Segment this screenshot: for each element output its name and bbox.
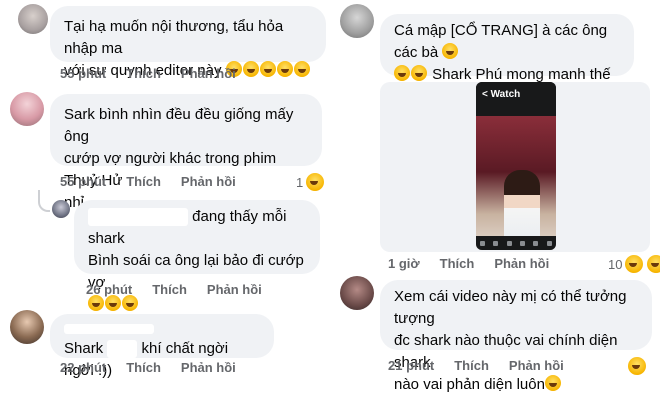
- comment-actions: 1 giờ Thích Phản hồi: [388, 256, 569, 271]
- reply-button[interactable]: Phản hồi: [207, 282, 262, 297]
- rofl-emoji-icon: [88, 295, 104, 311]
- comment-actions: 22 phút Thích Phản hồi: [60, 360, 256, 375]
- reply-thread-line: [38, 190, 50, 212]
- nav-icon: [520, 240, 526, 246]
- comment-time[interactable]: 21 phút: [388, 358, 434, 373]
- nav-icon: [480, 240, 486, 246]
- reaction-badge[interactable]: 10: [606, 254, 660, 274]
- comment-text-line: Sark bình nhìn đều đều giống mấy ông: [64, 106, 294, 145]
- comment-bubble: Sark bình nhìn đều đều giống mấy ông cướ…: [50, 94, 322, 211]
- comment-bubble: đang thấy mỗi shark Bình soái ca ông lại…: [74, 200, 320, 311]
- like-button[interactable]: Thích: [126, 360, 161, 375]
- reaction-count: 1: [296, 174, 304, 190]
- rofl-emoji-icon: [293, 61, 310, 77]
- comment-text-line: Cá mập [CỔ TRANG] à các ông các bà: [394, 22, 608, 61]
- nav-icon: [506, 240, 512, 246]
- rofl-emoji-icon: [105, 295, 121, 311]
- avatar[interactable]: [10, 92, 44, 126]
- comment-bubble: Cá mập [CỔ TRANG] à các ông các bà Shark…: [380, 14, 634, 125]
- reply-button[interactable]: Phản hồi: [181, 360, 236, 375]
- nav-icon: [533, 240, 539, 246]
- like-button[interactable]: Thích: [126, 66, 161, 81]
- comment-time[interactable]: 22 phút: [60, 360, 106, 375]
- reply-button[interactable]: Phản hồi: [509, 358, 564, 373]
- avatar-image: [10, 92, 44, 126]
- avatar[interactable]: [52, 200, 70, 218]
- avatar-image: [10, 310, 44, 344]
- avatar[interactable]: [18, 4, 48, 34]
- avatar-image: [340, 4, 374, 38]
- like-button[interactable]: Thích: [454, 358, 489, 373]
- avatar[interactable]: [340, 276, 374, 310]
- haha-emoji-icon: [306, 173, 325, 191]
- like-button[interactable]: Thích: [152, 282, 187, 297]
- avatar-image: [340, 276, 374, 310]
- redacted-name: [107, 340, 138, 359]
- watch-header: < Watch: [476, 82, 556, 116]
- comment-time[interactable]: 26 phút: [86, 282, 132, 297]
- reaction-badge[interactable]: 1: [294, 172, 328, 192]
- comment-author-line: [64, 318, 260, 340]
- grinning-emoji-icon: [394, 65, 410, 81]
- rofl-emoji-icon: [259, 61, 276, 77]
- grinning-emoji-icon: [411, 65, 427, 81]
- reply-button[interactable]: Phản hồi: [181, 174, 236, 189]
- like-button[interactable]: Thích: [440, 256, 475, 271]
- nav-icon: [493, 240, 499, 246]
- haha-emoji-icon: [647, 255, 660, 273]
- avatar-image: [18, 4, 48, 34]
- comment-actions: 21 phút Thích Phản hồi: [388, 358, 584, 373]
- avatar[interactable]: [10, 310, 44, 344]
- redacted-name: [64, 324, 154, 335]
- reaction-badge[interactable]: [626, 356, 649, 376]
- rofl-emoji-icon: [122, 295, 138, 311]
- comment-text-line: Tại hạ muốn nội thương, tẩu hỏa nhập ma: [64, 18, 284, 57]
- comment-time[interactable]: 55 phút: [60, 174, 106, 189]
- avatar[interactable]: [340, 4, 374, 38]
- comment-bubble: Tại hạ muốn nội thương, tẩu hỏa nhập ma …: [50, 6, 326, 79]
- phone-nav-bar: [476, 236, 556, 250]
- redacted-name: [88, 208, 188, 227]
- comment-bubble: Xem cái video này mị có thể tưởng tượng …: [380, 280, 652, 393]
- rofl-emoji-icon: [276, 61, 293, 77]
- reply-button[interactable]: Phản hồi: [494, 256, 549, 271]
- haha-emoji-icon: [625, 255, 644, 273]
- grinning-emoji-icon: [442, 43, 459, 59]
- comment-text-line: Xem cái video này mị có thể tưởng tượng: [394, 288, 627, 327]
- comment-actions: 55 phút Thích Phản hồi: [60, 66, 256, 81]
- reply-button[interactable]: Phản hồi: [181, 66, 236, 81]
- reaction-count: 10: [608, 256, 623, 272]
- comment-text-line: [88, 294, 306, 316]
- comment-time[interactable]: 55 phút: [60, 66, 106, 81]
- video-thumbnail[interactable]: < Watch: [476, 82, 556, 250]
- comment-time[interactable]: 1 giờ: [388, 256, 420, 271]
- comment-text-line: đang thấy mỗi shark: [88, 208, 287, 247]
- video-attachment[interactable]: < Watch: [380, 82, 650, 252]
- nav-icon: [546, 240, 552, 246]
- comment-text-line: nào vai phản diện luôn: [394, 374, 638, 396]
- rofl-emoji-icon: [544, 375, 561, 391]
- like-button[interactable]: Thích: [126, 174, 161, 189]
- comment-actions: 55 phút Thích Phản hồi: [60, 174, 256, 189]
- video-frame: [476, 116, 556, 250]
- comment-bubble: Shark khí chất ngời ngời :)): [50, 314, 274, 379]
- avatar-image: [52, 200, 70, 218]
- comment-actions: 26 phút Thích Phản hồi: [86, 282, 282, 297]
- haha-emoji-icon: [628, 357, 646, 375]
